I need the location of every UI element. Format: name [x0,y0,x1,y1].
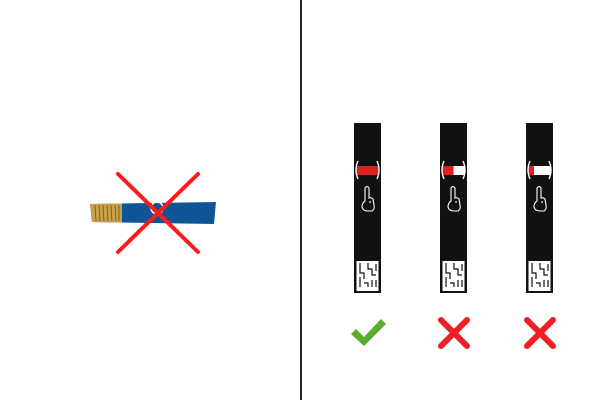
green-check-icon [348,316,388,350]
test-strip-icon [526,123,553,293]
red-x-icon [434,316,474,350]
blue-test-strip-icon [90,201,216,224]
strip-wrong-b [526,123,553,293]
right-panel [302,0,600,400]
test-strip-icon [440,123,467,293]
strip-correct [354,123,381,293]
test-strip-icon [354,123,381,293]
blue-strip-figure [90,172,216,254]
left-panel [0,0,300,400]
red-x-icon [520,316,560,350]
strip-wrong-a [440,123,467,293]
